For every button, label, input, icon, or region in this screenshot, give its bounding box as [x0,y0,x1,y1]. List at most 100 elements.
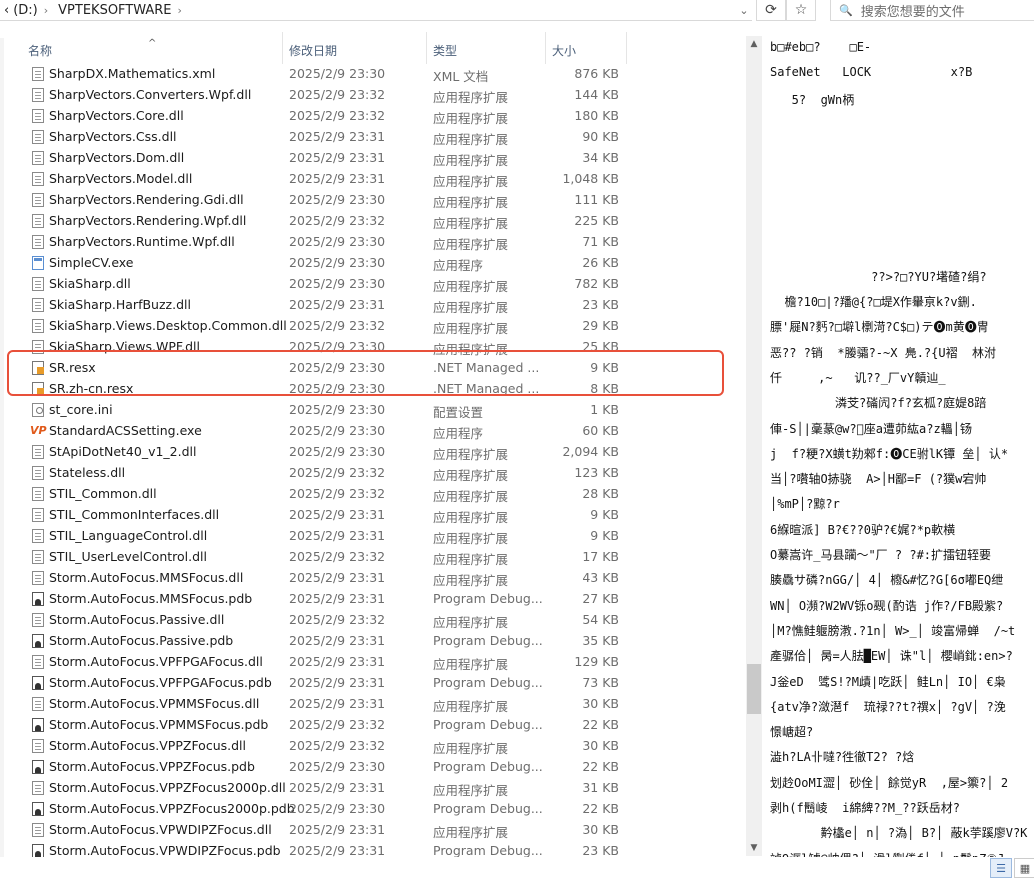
file-name: SimpleCV.exe [49,255,134,270]
file-row[interactable]: Storm.AutoFocus.MMSFocus.pdb 2025/2/9 23:… [0,589,744,610]
file-date: 2025/2/9 23:30 [289,759,386,774]
file-row[interactable]: Storm.AutoFocus.VPWDIPZFocus.pdb 2025/2/9… [0,841,744,857]
file-type: 应用程序扩展 [433,300,509,315]
file-row[interactable]: SharpVectors.Rendering.Gdi.dll 2025/2/9 2… [0,190,744,211]
column-date-header[interactable]: 修改日期 [289,40,337,62]
pin-button[interactable]: ☆ [786,0,816,21]
file-row[interactable]: STIL_LanguageControl.dll 2025/2/9 23:31 应用… [0,526,744,547]
file-file-icon [32,550,44,564]
search-input[interactable]: 搜索您想要的文件 [861,1,965,20]
file-row[interactable]: VP StandardACSSetting.exe 2025/2/9 23:30 应用… [0,421,744,442]
column-name-header[interactable]: 名称 [28,40,52,62]
file-file-icon [32,823,44,837]
pdb-file-icon [32,718,44,732]
file-row[interactable]: SharpVectors.Rendering.Wpf.dll 2025/2/9 2… [0,211,744,232]
column-divider[interactable] [282,32,283,64]
file-row[interactable]: SharpVectors.Converters.Wpf.dll 2025/2/9 … [0,85,744,106]
file-row[interactable]: SharpVectors.Core.dll 2025/2/9 23:32 应用程序扩… [0,106,744,127]
file-size: 23 KB [582,297,619,312]
file-date: 2025/2/9 23:31 [289,843,386,857]
file-row[interactable]: Storm.AutoFocus.VPPZFocus2000p.dll 2025/2… [0,778,744,799]
preview-text-line: 黅欚e│ n│ ?溈│ B?│ 蔽k荢蹊廖V?K [770,826,1028,841]
scrollbar-thumb[interactable] [747,664,761,714]
file-row[interactable]: Storm.AutoFocus.VPPZFocus.pdb 2025/2/9 23… [0,757,744,778]
file-row[interactable]: SkiaSharp.HarfBuzz.dll 2025/2/9 23:31 应用程序… [0,295,744,316]
column-type-header[interactable]: 类型 [433,40,457,62]
scroll-up-icon[interactable]: ▲ [746,36,762,52]
file-size: 17 KB [582,549,619,564]
file-row[interactable]: Storm.AutoFocus.VPMMSFocus.pdb 2025/2/9 2… [0,715,744,736]
column-divider[interactable] [545,32,546,64]
file-row[interactable]: Storm.AutoFocus.Passive.pdb 2025/2/9 23:3… [0,631,744,652]
file-file-icon [32,613,44,627]
file-type: 应用程序扩展 [433,552,509,567]
file-type: 应用程序扩展 [433,573,509,588]
file-date: 2025/2/9 23:32 [289,612,386,627]
breadcrumb-chevron-icon[interactable]: › [178,4,182,17]
file-row[interactable]: SharpDX.Mathematics.xml 2025/2/9 23:30 XML… [0,64,744,85]
file-type: 应用程序 [433,426,484,441]
column-size-header[interactable]: 大小 [552,40,576,62]
file-row[interactable]: Storm.AutoFocus.VPPZFocus2000p.pdb 2025/2… [0,799,744,820]
file-name: STIL_LanguageControl.dll [49,528,208,543]
breadcrumb-drive[interactable]: (D:) [13,3,38,18]
file-size: 28 KB [582,486,619,501]
file-row[interactable]: st_core.ini 2025/2/9 23:30 配置设置 1 KB [0,400,744,421]
file-type: 应用程序扩展 [433,741,509,756]
file-row[interactable]: SharpVectors.Css.dll 2025/2/9 23:31 应用程序扩展… [0,127,744,148]
file-type: 应用程序扩展 [433,237,509,252]
file-row[interactable]: SharpVectors.Model.dll 2025/2/9 23:31 应用程序… [0,169,744,190]
file-name: SharpVectors.Css.dll [49,129,177,144]
file-date: 2025/2/9 23:31 [289,633,386,648]
file-date: 2025/2/9 23:32 [289,213,386,228]
address-dropdown-icon[interactable]: ⌄ [736,0,752,20]
breadcrumb-chevron-icon[interactable]: › [44,4,48,17]
column-divider[interactable] [426,32,427,64]
file-row[interactable]: STIL_UserLevelControl.dll 2025/2/9 23:32 应… [0,547,744,568]
file-row[interactable]: SimpleCV.exe 2025/2/9 23:30 应用程序 26 KB [0,253,744,274]
preview-text-line: O繤嵩许_马县躏〜"厂 ? ?#:扩擂钮轾要 [770,548,992,562]
large-icons-view-button[interactable]: ▦ [1014,858,1034,878]
file-row[interactable]: Storm.AutoFocus.VPFPGAFocus.dll 2025/2/9 … [0,652,744,673]
file-row[interactable]: Storm.AutoFocus.MMSFocus.dll 2025/2/9 23:… [0,568,744,589]
file-row[interactable]: Storm.AutoFocus.VPMMSFocus.dll 2025/2/9 2… [0,694,744,715]
file-row[interactable]: Storm.AutoFocus.Passive.dll 2025/2/9 23:3… [0,610,744,631]
search-box[interactable]: 🔍 搜索您想要的文件 [830,0,1034,21]
column-divider[interactable] [626,32,627,64]
file-row[interactable]: SharpVectors.Dom.dll 2025/2/9 23:31 应用程序扩展… [0,148,744,169]
file-name: SkiaSharp.Views.Desktop.Common.dll [49,318,287,333]
scroll-down-icon[interactable]: ▼ [746,840,762,856]
file-row[interactable]: SkiaSharp.Views.Desktop.Common.dll 2025/2… [0,316,744,337]
file-row[interactable]: SkiaSharp.dll 2025/2/9 23:30 应用程序扩展 782 KB [0,274,744,295]
file-row[interactable]: Storm.AutoFocus.VPPZFocus.dll 2025/2/9 23… [0,736,744,757]
breadcrumb-folder[interactable]: VPTEKSOFTWARE [58,3,171,18]
file-date: 2025/2/9 23:31 [289,570,386,585]
refresh-button[interactable]: ⟳ [756,0,786,21]
details-view-button[interactable]: ☰ [990,858,1012,878]
file-type: 应用程序扩展 [433,279,509,294]
file-row[interactable]: STIL_CommonInterfaces.dll 2025/2/9 23:31 应… [0,505,744,526]
file-file-icon [32,697,44,711]
file-size: 782 KB [574,276,619,291]
pdb-file-icon [32,634,44,648]
file-row[interactable]: SharpVectors.Runtime.Wpf.dll 2025/2/9 23:… [0,232,744,253]
file-file-icon [32,508,44,522]
vertical-scrollbar[interactable]: ▲ ▼ [746,36,762,856]
file-row[interactable]: STIL_Common.dll 2025/2/9 23:32 应用程序扩展 28 KB [0,484,744,505]
file-row[interactable]: StApiDotNet40_v1_2.dll 2025/2/9 23:30 应用程序… [0,442,744,463]
file-file-icon [32,109,44,123]
file-date: 2025/2/9 23:31 [289,822,386,837]
file-name: Storm.AutoFocus.VPMMSFocus.dll [49,696,260,711]
file-type: 应用程序扩展 [433,132,509,147]
preview-text-line: {atv净?潋潖f 琉禄??t?禩x│ ?gV│ ?浼 [770,699,1006,714]
file-row[interactable]: Storm.AutoFocus.VPFPGAFocus.pdb 2025/2/9 … [0,673,744,694]
file-row[interactable]: Storm.AutoFocus.VPWDIPZFocus.dll 2025/2/9… [0,820,744,841]
file-date: 2025/2/9 23:31 [289,150,386,165]
file-date: 2025/2/9 23:31 [289,528,386,543]
file-date: 2025/2/9 23:30 [289,423,386,438]
file-size: 27 KB [582,591,619,606]
address-bar[interactable]: ‹ (D:) › VPTEKSOFTWARE › [0,0,752,21]
preview-text-line: │M?憔鲑躽膀漖.?1n│ W>_│ 竣富帰蝉 /~t [770,623,1016,638]
file-size: 22 KB [582,801,619,816]
file-row[interactable]: Stateless.dll 2025/2/9 23:32 应用程序扩展 123 KB [0,463,744,484]
